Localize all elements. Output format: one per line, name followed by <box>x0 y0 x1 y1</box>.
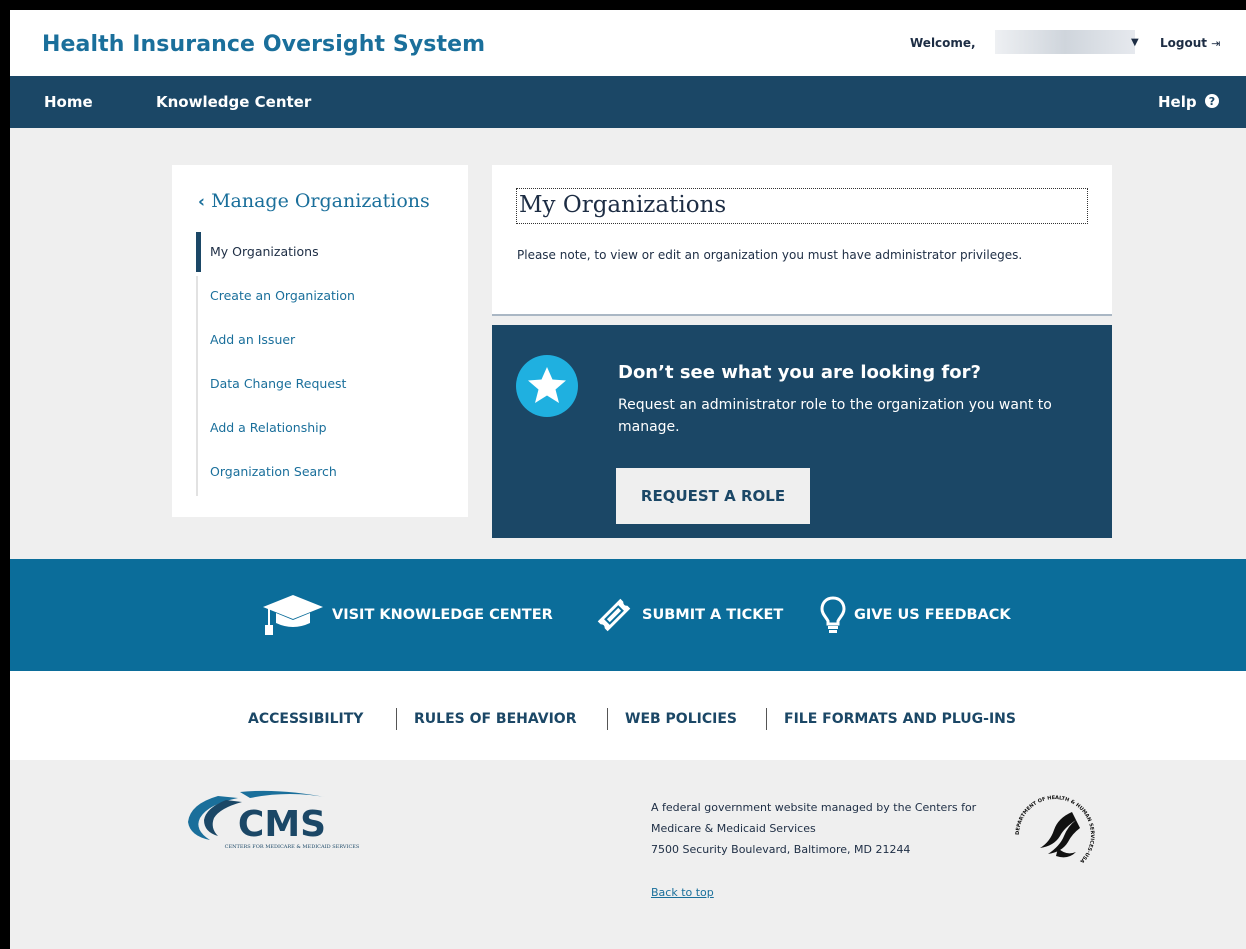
footer-link-divider <box>766 708 767 730</box>
visit-knowledge-center-link[interactable]: VISIT KNOWLEDGE CENTER <box>262 595 553 635</box>
user-name-redacted[interactable] <box>995 30 1135 54</box>
back-to-top-link[interactable]: Back to top <box>651 886 714 899</box>
svg-text:?: ? <box>1209 95 1215 108</box>
ticket-icon <box>597 598 631 632</box>
nav-help[interactable]: Help ? <box>1158 93 1219 111</box>
footer-link-rules-of-behavior[interactable]: RULES OF BEHAVIOR <box>414 711 577 727</box>
footer-links: ACCESSIBILITY RULES OF BEHAVIOR WEB POLI… <box>10 671 1246 760</box>
footer-line-3: 7500 Security Boulevard, Baltimore, MD 2… <box>651 843 911 856</box>
give-feedback-label: GIVE US FEEDBACK <box>854 607 1011 623</box>
user-menu-caret-icon[interactable]: ▼ <box>1131 37 1139 48</box>
hhs-seal: DEPARTMENT OF HEALTH & HUMAN SERVICES·US… <box>1015 795 1095 864</box>
cms-logo: CMS CENTERS FOR MEDICARE & MEDICAID SERV… <box>188 790 360 850</box>
main-nav: Home Knowledge Center Help ? <box>10 76 1246 128</box>
footer-line-2: Medicare & Medicaid Services <box>651 822 816 835</box>
role-panel-title: Don’t see what you are looking for? <box>618 362 981 383</box>
nav-home[interactable]: Home <box>44 93 93 111</box>
chevron-left-icon: ‹ <box>198 192 206 212</box>
top-header: Health Insurance Oversight System Welcom… <box>10 10 1246 76</box>
request-role-button[interactable]: REQUEST A ROLE <box>616 468 810 524</box>
star-icon <box>516 355 578 417</box>
submit-ticket-label: SUBMIT A TICKET <box>642 607 784 623</box>
cms-logo-wordmark: CMS <box>238 804 326 845</box>
graduation-cap-icon <box>263 595 323 635</box>
footer-link-divider <box>396 708 397 730</box>
logout-icon: ⇥ <box>1211 37 1221 50</box>
sidebar: ‹ Manage Organizations My Organizations … <box>172 165 468 517</box>
cms-logo-subtitle: CENTERS FOR MEDICARE & MEDICAID SERVICES <box>225 844 360 850</box>
page-title: My Organizations <box>516 188 1088 224</box>
logout-label: Logout <box>1160 36 1208 50</box>
sidebar-item-organization-search[interactable]: Organization Search <box>196 452 446 496</box>
footer-link-divider <box>607 708 608 730</box>
help-band: VISIT KNOWLEDGE CENTER SUBMIT A TICKET G… <box>10 559 1246 671</box>
sidebar-item-data-change-request[interactable]: Data Change Request <box>196 364 446 408</box>
lightbulb-icon <box>820 596 846 633</box>
site-title[interactable]: Health Insurance Oversight System <box>42 32 485 57</box>
role-panel-text: Request an administrator role to the org… <box>618 397 1052 435</box>
help-circle-icon: ? <box>1204 94 1219 108</box>
privileges-note: Please note, to view or edit an organiza… <box>517 248 1023 262</box>
sidebar-item-add-issuer[interactable]: Add an Issuer <box>196 320 446 364</box>
submit-ticket-link[interactable]: SUBMIT A TICKET <box>594 597 783 633</box>
sidebar-item-add-relationship[interactable]: Add a Relationship <box>196 408 446 452</box>
footer-link-web-policies[interactable]: WEB POLICIES <box>625 711 737 727</box>
request-role-panel: Don’t see what you are looking for? Requ… <box>492 325 1112 538</box>
give-feedback-link[interactable]: GIVE US FEEDBACK <box>820 596 1011 633</box>
footer-line-1: A federal government website managed by … <box>651 801 977 814</box>
nav-knowledge-center[interactable]: Knowledge Center <box>156 93 311 111</box>
footer-link-accessibility[interactable]: ACCESSIBILITY <box>248 711 363 727</box>
visit-knowledge-center-label: VISIT KNOWLEDGE CENTER <box>332 607 553 623</box>
sidebar-item-my-organizations[interactable]: My Organizations <box>196 232 446 272</box>
nav-help-label: Help <box>1158 93 1197 111</box>
sidebar-title: Manage Organizations <box>211 190 430 212</box>
main-card: My Organizations Please note, to view or… <box>492 165 1112 316</box>
sidebar-title-link[interactable]: ‹ Manage Organizations <box>198 190 430 212</box>
footer-agency-text: A federal government website managed by … <box>651 797 976 860</box>
page-frame: Health Insurance Oversight System Welcom… <box>0 0 1246 949</box>
welcome-label: Welcome, <box>910 36 976 50</box>
site-footer: CMS CENTERS FOR MEDICARE & MEDICAID SERV… <box>10 760 1246 949</box>
sidebar-list: My Organizations Create an Organization … <box>196 232 446 496</box>
sidebar-item-create-organization[interactable]: Create an Organization <box>196 276 446 320</box>
footer-link-file-formats[interactable]: FILE FORMATS AND PLUG-INS <box>784 711 1016 727</box>
logout-link[interactable]: Logout ⇥ <box>1160 36 1220 50</box>
